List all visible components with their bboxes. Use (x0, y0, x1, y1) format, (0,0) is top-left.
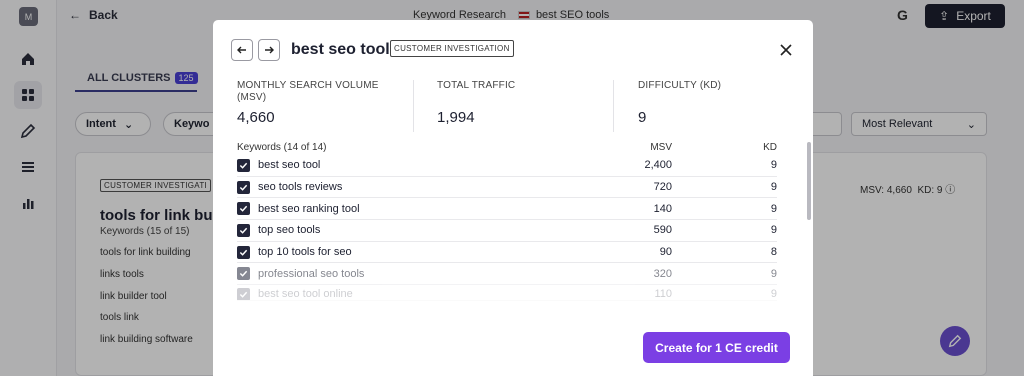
table-row[interactable]: professional seo tools 320 9 (237, 264, 777, 286)
keywords-header: Keywords (14 of 14) (237, 142, 327, 153)
checkbox[interactable] (237, 245, 250, 259)
keyword-msv: 320 (653, 267, 672, 280)
keyword-msv: 90 (659, 246, 672, 259)
next-button[interactable] (258, 39, 280, 61)
keyword-kd: 9 (770, 224, 777, 237)
scrollbar[interactable] (807, 142, 811, 220)
checkbox[interactable] (237, 288, 250, 301)
stat-msv-value: 4,660 (237, 109, 275, 126)
cluster-modal: best seo tool CUSTOMER INVESTIGATION MON… (213, 20, 813, 376)
keyword-kd: 9 (770, 288, 777, 301)
keyword-name: professional seo tools (258, 267, 365, 280)
modal-title: best seo tool (291, 41, 390, 58)
checkbox[interactable] (237, 202, 250, 216)
keyword-name: best seo ranking tool (258, 202, 360, 215)
table-row[interactable]: top 10 tools for seo 90 8 (237, 242, 777, 264)
arrow-left-icon (237, 46, 246, 54)
check-icon (239, 206, 248, 213)
check-icon (239, 227, 248, 234)
check-icon (239, 271, 248, 278)
column-header-kd: KD (763, 142, 777, 153)
stat-traffic-value: 1,994 (437, 109, 475, 126)
keyword-msv: 590 (653, 224, 672, 237)
close-icon (780, 44, 792, 56)
intent-badge: CUSTOMER INVESTIGATION (390, 40, 514, 57)
keyword-name: top 10 tools for seo (258, 246, 352, 259)
check-icon (239, 184, 248, 191)
previous-button[interactable] (231, 39, 253, 61)
arrow-right-icon (265, 46, 274, 54)
stat-traffic-label: TOTAL TRAFFIC (437, 80, 516, 91)
checkbox[interactable] (237, 223, 250, 237)
check-icon (239, 249, 248, 256)
keyword-name: best seo tool online (258, 288, 353, 301)
stat-difficulty-value: 9 (638, 109, 647, 126)
checkbox[interactable] (237, 180, 250, 194)
keyword-name: best seo tool (258, 159, 321, 172)
divider (413, 80, 414, 132)
stat-msv: MONTHLY SEARCH VOLUME (MSV) 4,660 (237, 80, 387, 126)
stat-difficulty: DIFFICULTY (KD) 9 (638, 80, 788, 126)
keyword-kd: 9 (770, 267, 777, 280)
close-button[interactable] (778, 42, 794, 58)
stat-msv-label: MONTHLY SEARCH VOLUME (MSV) (237, 80, 379, 103)
keyword-kd: 9 (770, 159, 777, 172)
keyword-msv: 110 (654, 288, 672, 301)
checkbox[interactable] (237, 158, 250, 172)
keyword-msv: 2,400 (644, 159, 672, 172)
keyword-kd: 9 (770, 202, 777, 215)
table-row[interactable]: top seo tools 590 9 (237, 220, 777, 242)
divider (613, 80, 614, 132)
keyword-name: seo tools reviews (258, 181, 343, 194)
column-header-msv: MSV (650, 142, 672, 153)
keyword-kd: 8 (770, 246, 777, 259)
table-row[interactable]: best seo tool 2,400 9 (237, 155, 777, 177)
table-row[interactable]: best seo tool online 110 9 (237, 285, 777, 302)
keyword-name: top seo tools (258, 224, 321, 237)
stat-traffic: TOTAL TRAFFIC 1,994 (437, 80, 587, 126)
checkbox[interactable] (237, 267, 250, 281)
create-button[interactable]: Create for 1 CE credit (643, 332, 790, 363)
table-row[interactable]: seo tools reviews 720 9 (237, 177, 777, 199)
keyword-kd: 9 (770, 181, 777, 194)
table-row[interactable]: best seo ranking tool 140 9 (237, 198, 777, 221)
check-icon (239, 291, 248, 298)
keyword-msv: 720 (653, 181, 672, 194)
check-icon (239, 162, 248, 169)
stat-difficulty-label: DIFFICULTY (KD) (638, 80, 722, 91)
keyword-msv: 140 (653, 202, 672, 215)
